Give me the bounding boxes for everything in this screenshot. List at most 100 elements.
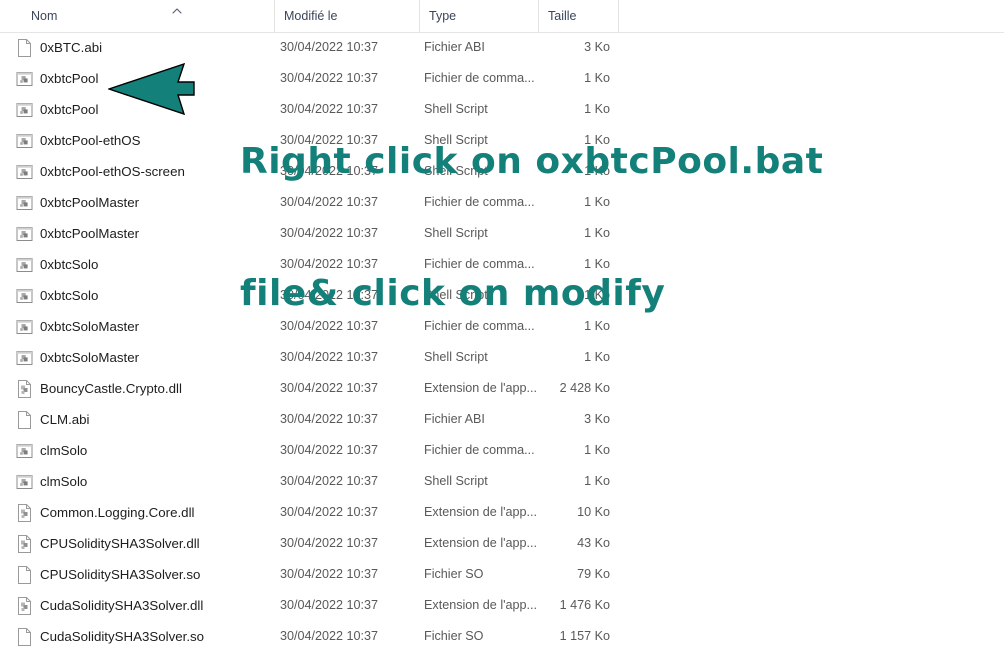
file-icon-cell: [16, 187, 36, 218]
file-modified-date: 30/04/2022 10:37: [280, 195, 379, 209]
file-row[interactable]: 0xbtcSolo 30/04/2022 10:37 Shell Script 1 K…: [0, 280, 1004, 311]
file-type: Fichier de comma...: [424, 443, 535, 457]
file-row[interactable]: 0xbtcPool 30/04/2022 10:37 Fichier de comm…: [0, 63, 1004, 94]
batch-script-icon: [16, 442, 33, 460]
file-name[interactable]: clmSolo: [40, 466, 272, 497]
file-name[interactable]: 0xBTC.abi: [40, 32, 272, 63]
file-icon-cell: [16, 528, 36, 559]
file-type: Fichier de comma...: [424, 195, 535, 209]
file-row[interactable]: 0xbtcPool 30/04/2022 10:37 Shell Script 1 K…: [0, 94, 1004, 125]
file-icon-cell: [16, 342, 36, 373]
file-size: 1 Ko: [584, 164, 610, 178]
file-type: Shell Script: [424, 102, 488, 116]
file-name[interactable]: BouncyCastle.Crypto.dll: [40, 373, 272, 404]
batch-script-icon: [16, 70, 33, 88]
file-explorer-list-view: Nom Modifié le Type Taille 0xBTC.abi 30/0…: [0, 0, 1004, 658]
file-row[interactable]: BouncyCastle.Crypto.dll 30/04/2022 10:37 E…: [0, 373, 1004, 404]
file-name[interactable]: 0xbtcSoloMaster: [40, 311, 272, 342]
batch-script-icon: [16, 287, 33, 305]
file-row[interactable]: 0xbtcPool-ethOS 30/04/2022 10:37 Shell Scr…: [0, 125, 1004, 156]
file-type: Fichier ABI: [424, 412, 485, 426]
file-row[interactable]: 0xBTC.abi 30/04/2022 10:37 Fichier ABI 3 Ko: [0, 32, 1004, 63]
file-row[interactable]: 0xbtcPoolMaster 30/04/2022 10:37 Shell Scr…: [0, 218, 1004, 249]
file-type: Shell Script: [424, 164, 488, 178]
file-size: 1 Ko: [584, 226, 610, 240]
file-modified-date: 30/04/2022 10:37: [280, 536, 379, 550]
file-icon-cell: [16, 373, 36, 404]
file-modified-date: 30/04/2022 10:37: [280, 102, 379, 116]
file-name[interactable]: 0xbtcPoolMaster: [40, 218, 272, 249]
file-icon-cell: [16, 125, 36, 156]
file-name[interactable]: clmSolo: [40, 435, 272, 466]
file-size: 1 Ko: [584, 350, 610, 364]
file-name[interactable]: 0xbtcSoloMaster: [40, 342, 272, 373]
file-modified-date: 30/04/2022 10:37: [280, 288, 379, 302]
file-size: 2 428 Ko: [559, 381, 610, 395]
file-icon-cell: [16, 311, 36, 342]
file-icon-cell: [16, 621, 36, 652]
file-name[interactable]: 0xbtcPool-ethOS: [40, 125, 272, 156]
file-size: 1 Ko: [584, 443, 610, 457]
file-row[interactable]: CudaSoliditySHA3Solver.so 30/04/2022 10:3…: [0, 621, 1004, 652]
file-size: 1 Ko: [584, 71, 610, 85]
file-size: 1 Ko: [584, 474, 610, 488]
file-type: Fichier ABI: [424, 40, 485, 54]
file-row[interactable]: CLM.abi 30/04/2022 10:37 Fichier ABI 3 Ko: [0, 404, 1004, 435]
file-row[interactable]: 0xbtcPool-ethOS-screen 30/04/2022 10:37 Sh…: [0, 156, 1004, 187]
file-name[interactable]: CPUSoliditySHA3Solver.so: [40, 559, 272, 590]
file-row[interactable]: 0xbtcSoloMaster 30/04/2022 10:37 Fichier d…: [0, 311, 1004, 342]
file-name[interactable]: 0xbtcPool: [40, 63, 272, 94]
file-size: 1 Ko: [584, 195, 610, 209]
batch-script-icon: [16, 101, 33, 119]
file-modified-date: 30/04/2022 10:37: [280, 164, 379, 178]
file-row[interactable]: clmSolo 30/04/2022 10:37 Fichier de comma.…: [0, 435, 1004, 466]
file-size: 3 Ko: [584, 412, 610, 426]
file-size: 79 Ko: [577, 567, 610, 581]
file-modified-date: 30/04/2022 10:37: [280, 319, 379, 333]
file-row[interactable]: Common.Logging.Core.dll 30/04/2022 10:37 E…: [0, 497, 1004, 528]
column-header-row: Nom Modifié le Type Taille: [0, 0, 1004, 33]
file-name[interactable]: 0xbtcPool-ethOS-screen: [40, 156, 272, 187]
file-name[interactable]: CPUSoliditySHA3Solver.dll: [40, 528, 272, 559]
file-row[interactable]: 0xbtcSoloMaster 30/04/2022 10:37 Shell Scr…: [0, 342, 1004, 373]
file-name[interactable]: CudaSoliditySHA3Solver.so: [40, 621, 272, 652]
file-name[interactable]: CudaSoliditySHA3Solver.dll: [40, 590, 272, 621]
file-modified-date: 30/04/2022 10:37: [280, 629, 379, 643]
file-size: 1 Ko: [584, 133, 610, 147]
file-modified-date: 30/04/2022 10:37: [280, 40, 379, 54]
file-name[interactable]: 0xbtcSolo: [40, 249, 272, 280]
batch-script-icon: [16, 132, 33, 150]
file-icon-cell: [16, 218, 36, 249]
file-modified-date: 30/04/2022 10:37: [280, 412, 379, 426]
file-modified-date: 30/04/2022 10:37: [280, 226, 379, 240]
file-icon-cell: [16, 497, 36, 528]
file-name[interactable]: 0xbtcSolo: [40, 280, 272, 311]
file-type: Extension de l'app...: [424, 505, 538, 519]
file-type: Fichier SO: [424, 629, 484, 643]
file-size: 1 476 Ko: [559, 598, 610, 612]
column-header-name[interactable]: Nom: [22, 0, 274, 32]
file-size: 1 Ko: [584, 319, 610, 333]
batch-script-icon: [16, 318, 33, 336]
file-name[interactable]: 0xbtcPoolMaster: [40, 187, 272, 218]
file-row[interactable]: CPUSoliditySHA3Solver.dll 30/04/2022 10:3…: [0, 528, 1004, 559]
file-modified-date: 30/04/2022 10:37: [280, 381, 379, 395]
file-row[interactable]: 0xbtcSolo 30/04/2022 10:37 Fichier de comm…: [0, 249, 1004, 280]
file-type: Fichier de comma...: [424, 319, 535, 333]
file-row[interactable]: CPUSoliditySHA3Solver.so 30/04/2022 10:37…: [0, 559, 1004, 590]
file-name[interactable]: 0xbtcPool: [40, 94, 272, 125]
batch-script-icon: [16, 194, 33, 212]
file-row[interactable]: CudaSoliditySHA3Solver.dll 30/04/2022 10:…: [0, 590, 1004, 621]
dll-file-icon: [16, 535, 33, 553]
file-size: 10 Ko: [577, 505, 610, 519]
file-icon-cell: [16, 280, 36, 311]
file-name[interactable]: Common.Logging.Core.dll: [40, 497, 272, 528]
file-row[interactable]: 0xbtcPoolMaster 30/04/2022 10:37 Fichier d…: [0, 187, 1004, 218]
file-row[interactable]: clmSolo 30/04/2022 10:37 Shell Script 1 Ko: [0, 466, 1004, 497]
column-header-size[interactable]: Taille: [538, 0, 618, 32]
column-header-type[interactable]: Type: [419, 0, 538, 32]
column-header-modified[interactable]: Modifié le: [274, 0, 419, 32]
batch-script-icon: [16, 473, 33, 491]
sort-ascending-icon: [171, 7, 183, 15]
file-name[interactable]: CLM.abi: [40, 404, 272, 435]
